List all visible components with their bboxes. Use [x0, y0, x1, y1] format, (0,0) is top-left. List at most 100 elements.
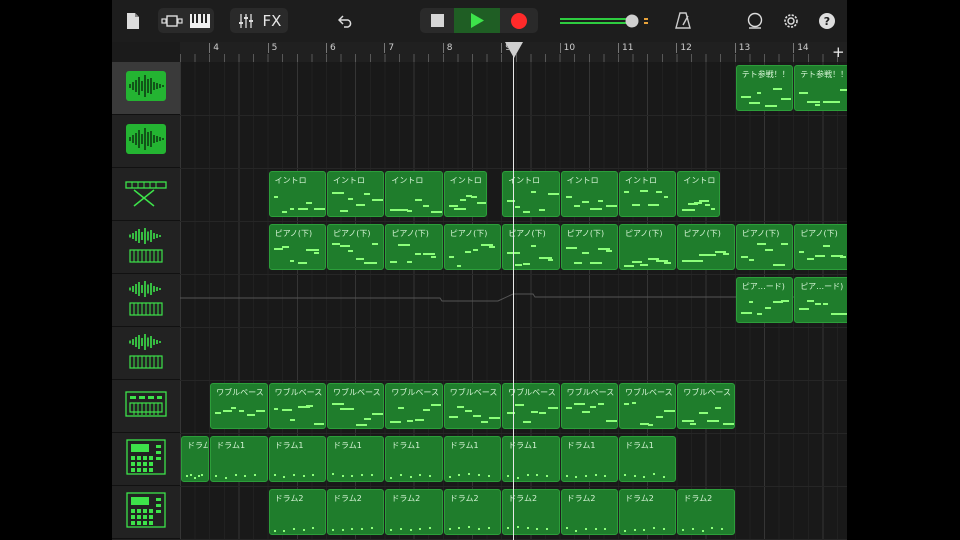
midi-region[interactable]: ワブルベース	[677, 383, 735, 429]
midi-region[interactable]: ドラム2	[385, 489, 443, 535]
midi-region[interactable]: ワブルベース	[560, 383, 618, 429]
region-label: ワブルベース	[683, 388, 731, 397]
midi-region[interactable]: ドラム1	[327, 436, 385, 482]
undo-button[interactable]	[334, 8, 358, 33]
midi-region[interactable]: ワブルベース	[502, 383, 560, 429]
midi-region[interactable]: イントロ	[560, 171, 618, 217]
midi-region[interactable]: テト参戦！！	[794, 65, 847, 111]
track-header[interactable]	[112, 168, 180, 221]
track-header[interactable]	[112, 274, 180, 327]
midi-note	[565, 474, 568, 477]
midi-region[interactable]: ドラム2	[327, 489, 385, 535]
midi-note	[468, 526, 471, 529]
midi-region[interactable]: ドラム1	[268, 436, 326, 482]
track-header[interactable]	[112, 62, 180, 115]
midi-region[interactable]: イントロ	[268, 171, 326, 217]
midi-note	[523, 211, 531, 214]
loop-browser-button[interactable]	[744, 8, 766, 33]
midi-region[interactable]: ピアノ(下)	[677, 224, 735, 270]
midi-note	[332, 191, 345, 194]
midi-note	[722, 252, 730, 255]
midi-region[interactable]: ドラム1	[210, 436, 268, 482]
midi-region[interactable]: ドラム1	[443, 436, 502, 482]
midi-region[interactable]: ワブルベース	[210, 383, 268, 429]
midi-region[interactable]: ドラム1	[502, 436, 560, 482]
midi-region[interactable]: ピア…ード)	[735, 277, 794, 323]
tracks-view-icon[interactable]	[161, 14, 183, 28]
midi-note	[523, 421, 532, 424]
region-label: ピアノ(下)	[566, 229, 605, 238]
midi-region[interactable]: イントロ	[677, 171, 721, 217]
midi-note	[477, 474, 480, 476]
track-header[interactable]	[112, 327, 180, 380]
midi-region[interactable]: ワブルベース	[327, 383, 385, 429]
midi-note	[594, 527, 597, 530]
playhead[interactable]	[513, 42, 514, 540]
midi-region[interactable]: イントロ	[502, 171, 560, 217]
midi-region[interactable]: ドラム2	[502, 489, 560, 535]
my-songs-button[interactable]	[122, 8, 144, 33]
midi-region[interactable]: ピアノ(下)	[385, 224, 443, 270]
track-header[interactable]	[112, 486, 180, 539]
midi-region[interactable]: ワブルベース	[443, 383, 502, 429]
midi-region[interactable]: ワブルベース	[268, 383, 326, 429]
track-header[interactable]	[112, 115, 180, 168]
midi-region[interactable]: イントロ	[443, 171, 487, 217]
help-button[interactable]: ?	[816, 8, 838, 33]
midi-note	[692, 527, 695, 530]
playhead-handle[interactable]	[505, 42, 523, 58]
midi-region[interactable]: ドラム2	[677, 489, 735, 535]
midi-region[interactable]: ワブルベース	[385, 383, 443, 429]
midi-note	[823, 303, 829, 306]
track-header[interactable]	[112, 221, 180, 274]
midi-note	[624, 264, 634, 267]
midi-region[interactable]: ドラム1	[385, 436, 443, 482]
metronome-button[interactable]	[672, 8, 694, 33]
midi-note	[414, 199, 422, 202]
midi-region[interactable]: ドラム2	[268, 489, 326, 535]
midi-region[interactable]: ドラム2	[443, 489, 502, 535]
midi-region[interactable]: ピアノ(下)	[560, 224, 618, 270]
fx-button[interactable]: FX	[263, 12, 282, 30]
midi-region[interactable]: ドラム1	[619, 436, 677, 482]
midi-region[interactable]: ドラム2	[619, 489, 677, 535]
midi-note	[224, 476, 227, 479]
midi-note	[313, 252, 320, 255]
midi-region[interactable]: ドラム1	[560, 436, 618, 482]
midi-region[interactable]: ピアノ(下)	[327, 224, 385, 270]
region-label: ピアノ(下)	[741, 229, 780, 238]
midi-note	[531, 190, 537, 193]
midi-note	[201, 473, 204, 476]
midi-region[interactable]: ピア…ード)	[794, 277, 847, 323]
stop-button[interactable]	[420, 8, 454, 33]
master-volume-slider[interactable]	[558, 8, 654, 33]
play-button[interactable]	[454, 8, 500, 33]
record-button[interactable]	[500, 8, 538, 33]
midi-region[interactable]: イントロ	[619, 171, 677, 217]
add-section-button[interactable]: +	[832, 43, 845, 61]
midi-region[interactable]: テト参戦！！	[735, 65, 794, 111]
midi-region[interactable]: ドラム2	[560, 489, 618, 535]
midi-region[interactable]: ピアノ(下)	[619, 224, 677, 270]
midi-region[interactable]: イントロ	[385, 171, 443, 217]
instrument-keys-icon[interactable]	[189, 13, 211, 29]
midi-region[interactable]: ピアノ(下)	[794, 224, 847, 270]
midi-note	[454, 207, 466, 210]
midi-region[interactable]: ワブルベース	[619, 383, 677, 429]
midi-region[interactable]: ドラム1	[181, 436, 210, 482]
midi-region[interactable]: ピアノ(下)	[443, 224, 502, 270]
midi-note	[648, 204, 660, 207]
track-header[interactable]	[112, 380, 180, 433]
bar-number: 5	[267, 43, 277, 53]
settings-button[interactable]	[780, 8, 802, 33]
midi-note	[589, 262, 602, 265]
garageband-app: FX ? 4 5 6 7 8 9 10 11 12 13 14 + テト参戦！！…	[112, 0, 847, 540]
midi-region[interactable]: イントロ	[327, 171, 385, 217]
mixer-sliders-icon[interactable]	[237, 13, 255, 29]
region-label: ドラム2	[333, 494, 362, 503]
midi-region[interactable]: ピアノ(下)	[268, 224, 326, 270]
track-header[interactable]	[112, 433, 180, 486]
midi-region[interactable]: ピアノ(下)	[502, 224, 560, 270]
midi-region[interactable]: ピアノ(下)	[735, 224, 794, 270]
midi-note	[624, 191, 629, 194]
